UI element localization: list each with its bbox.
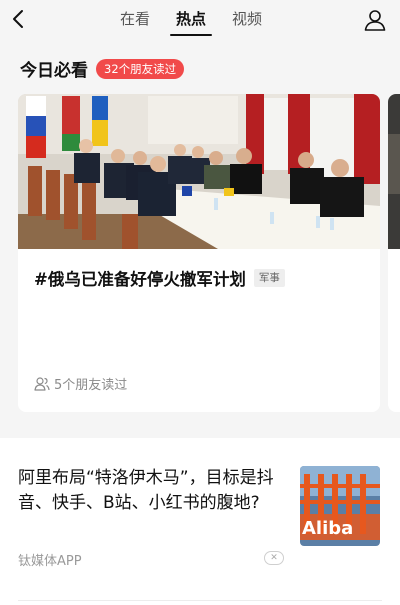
- tab-zaikan[interactable]: 在看: [120, 0, 150, 40]
- friends-read-count: 5个朋友读过: [54, 378, 128, 393]
- thumbnail-logo-text: Aliba: [302, 518, 353, 539]
- thumbnail-image: Aliba: [300, 466, 380, 546]
- friends-icon: [34, 376, 50, 391]
- article-source: 钛媒体APP: [18, 554, 82, 569]
- next-card-peek[interactable]: [388, 94, 400, 412]
- profile-button[interactable]: [362, 7, 388, 33]
- dislike-button[interactable]: ✕: [264, 551, 284, 565]
- list-divider: [18, 600, 382, 601]
- top-navigation-bar: 在看 热点 视频: [0, 0, 400, 40]
- article-list-item[interactable]: 阿里布局“特洛伊木马”，目标是抖音、快手、B站、小红书的腹地? 钛媒体APP ✕…: [0, 438, 400, 588]
- article-title: 阿里布局“特洛伊木马”，目标是抖音、快手、B站、小红书的腹地?: [18, 468, 274, 513]
- friends-read-badge: 32个朋友读过: [96, 58, 185, 79]
- close-icon: ✕: [270, 552, 278, 563]
- category-tag: 军事: [253, 269, 285, 287]
- back-icon: [13, 10, 23, 28]
- news-photo: [18, 94, 380, 249]
- tab-hot[interactable]: 热点: [170, 0, 213, 40]
- article-list: 阿里布局“特洛伊木马”，目标是抖音、快手、B站、小红书的腹地? 钛媒体APP ✕…: [0, 438, 400, 605]
- card-footer: 5个朋友读过: [34, 374, 127, 393]
- article-thumbnail: Aliba: [300, 466, 380, 546]
- card-title-row: #俄乌已准备好停火撤军计划 军事: [34, 266, 285, 290]
- back-button[interactable]: [8, 7, 30, 31]
- tab-bar: 在看 热点 视频: [120, 0, 288, 40]
- section-divider: [0, 430, 400, 438]
- user-icon: [364, 10, 386, 31]
- featured-news-card[interactable]: #俄乌已准备好停火撤军计划 军事 5个朋友读过: [18, 94, 380, 412]
- card-title: #俄乌已准备好停火撤军计划: [34, 270, 246, 289]
- section-title: 今日必看: [20, 61, 88, 81]
- next-card-image: [388, 94, 400, 249]
- section-header: 今日必看 32个朋友读过: [20, 56, 185, 81]
- tab-video[interactable]: 视频: [232, 0, 262, 40]
